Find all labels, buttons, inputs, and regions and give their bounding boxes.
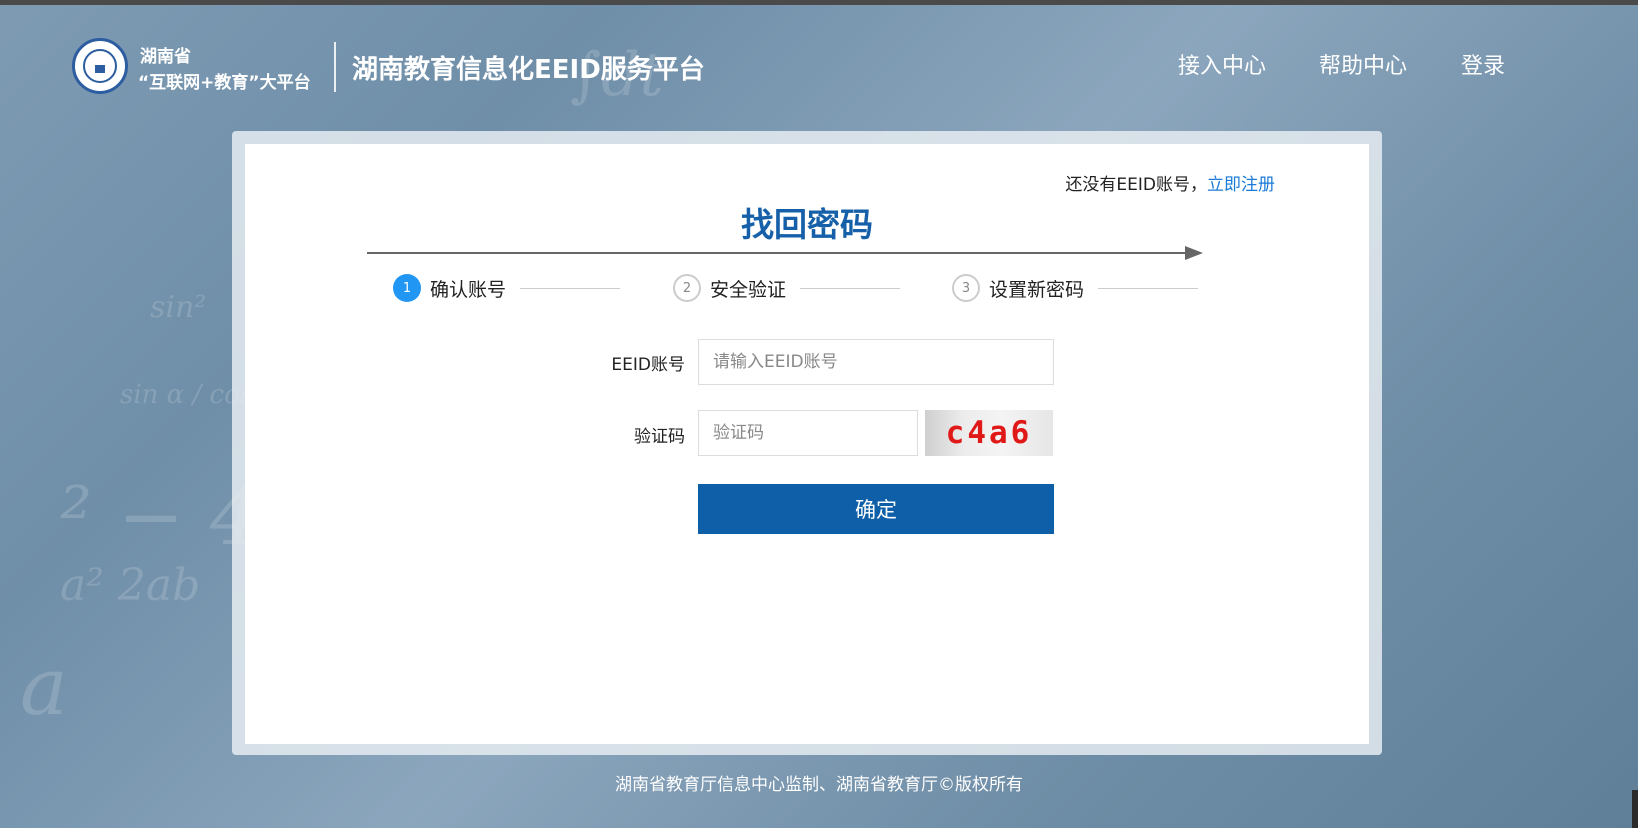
- background-math-decoration: sin²: [150, 290, 207, 325]
- nav-login[interactable]: 登录: [1461, 48, 1505, 80]
- captcha-text: c4a6: [945, 415, 1033, 451]
- background-math-decoration: a: [20, 640, 68, 733]
- scrollbar-edge[interactable]: [1632, 790, 1638, 828]
- footer-copyright: 湖南省教育厅信息中心监制、湖南省教育厅©版权所有: [615, 775, 1023, 795]
- logo-emblem-icon: [83, 49, 117, 83]
- brand-slogan: “互联网+教育”大平台: [138, 73, 311, 93]
- step-label: 设置新密码: [989, 278, 1085, 301]
- platform-title[interactable]: 湖南教育信息化EEID服务平台: [352, 49, 705, 86]
- progress-arrow-head-icon: [1185, 246, 1203, 260]
- step-number-badge: 2: [673, 274, 701, 302]
- captcha-label: 验证码: [634, 427, 685, 447]
- step-label: 确认账号: [430, 278, 507, 301]
- site-header: 湖南省 “互联网+教育”大平台 湖南教育信息化EEID服务平台 接入中心 帮助中…: [0, 0, 1638, 130]
- password-recovery-card: 还没有EEID账号，立即注册 找回密码 1 确认账号 2 安全验证 3 设置新密…: [245, 144, 1369, 744]
- brand-divider: [334, 42, 336, 92]
- platform-logo[interactable]: [72, 38, 128, 94]
- step-connector: [520, 287, 621, 289]
- register-hint: 还没有EEID账号，立即注册: [1065, 170, 1275, 195]
- step-number-badge: 3: [952, 274, 980, 302]
- step-set-new-password: 3 设置新密码: [952, 272, 1199, 304]
- step-security-verification: 2 安全验证: [673, 272, 901, 304]
- step-confirm-account: 1 确认账号: [393, 272, 621, 304]
- background-math-decoration: a² 2ab: [60, 560, 201, 611]
- background-math-decoration: ² − 4: [60, 470, 261, 563]
- logo-building-icon: [95, 65, 105, 73]
- step-label: 安全验证: [710, 278, 787, 301]
- step-number-badge: 1: [393, 274, 421, 302]
- progress-arrow-line: [367, 252, 1187, 254]
- step-connector: [800, 287, 901, 289]
- confirm-button[interactable]: 确定: [698, 484, 1054, 534]
- captcha-image[interactable]: c4a6: [925, 410, 1053, 456]
- captcha-input[interactable]: [698, 410, 918, 456]
- page-title: 找回密码: [741, 205, 873, 244]
- nav-help-center[interactable]: 帮助中心: [1319, 48, 1407, 80]
- register-link[interactable]: 立即注册: [1207, 175, 1275, 195]
- account-label: EEID账号: [611, 355, 685, 375]
- nav-access-center[interactable]: 接入中心: [1178, 48, 1266, 80]
- step-connector: [1098, 287, 1199, 289]
- account-input[interactable]: [698, 339, 1054, 385]
- brand-province: 湖南省: [140, 47, 191, 67]
- register-prompt: 还没有EEID账号，: [1065, 175, 1207, 195]
